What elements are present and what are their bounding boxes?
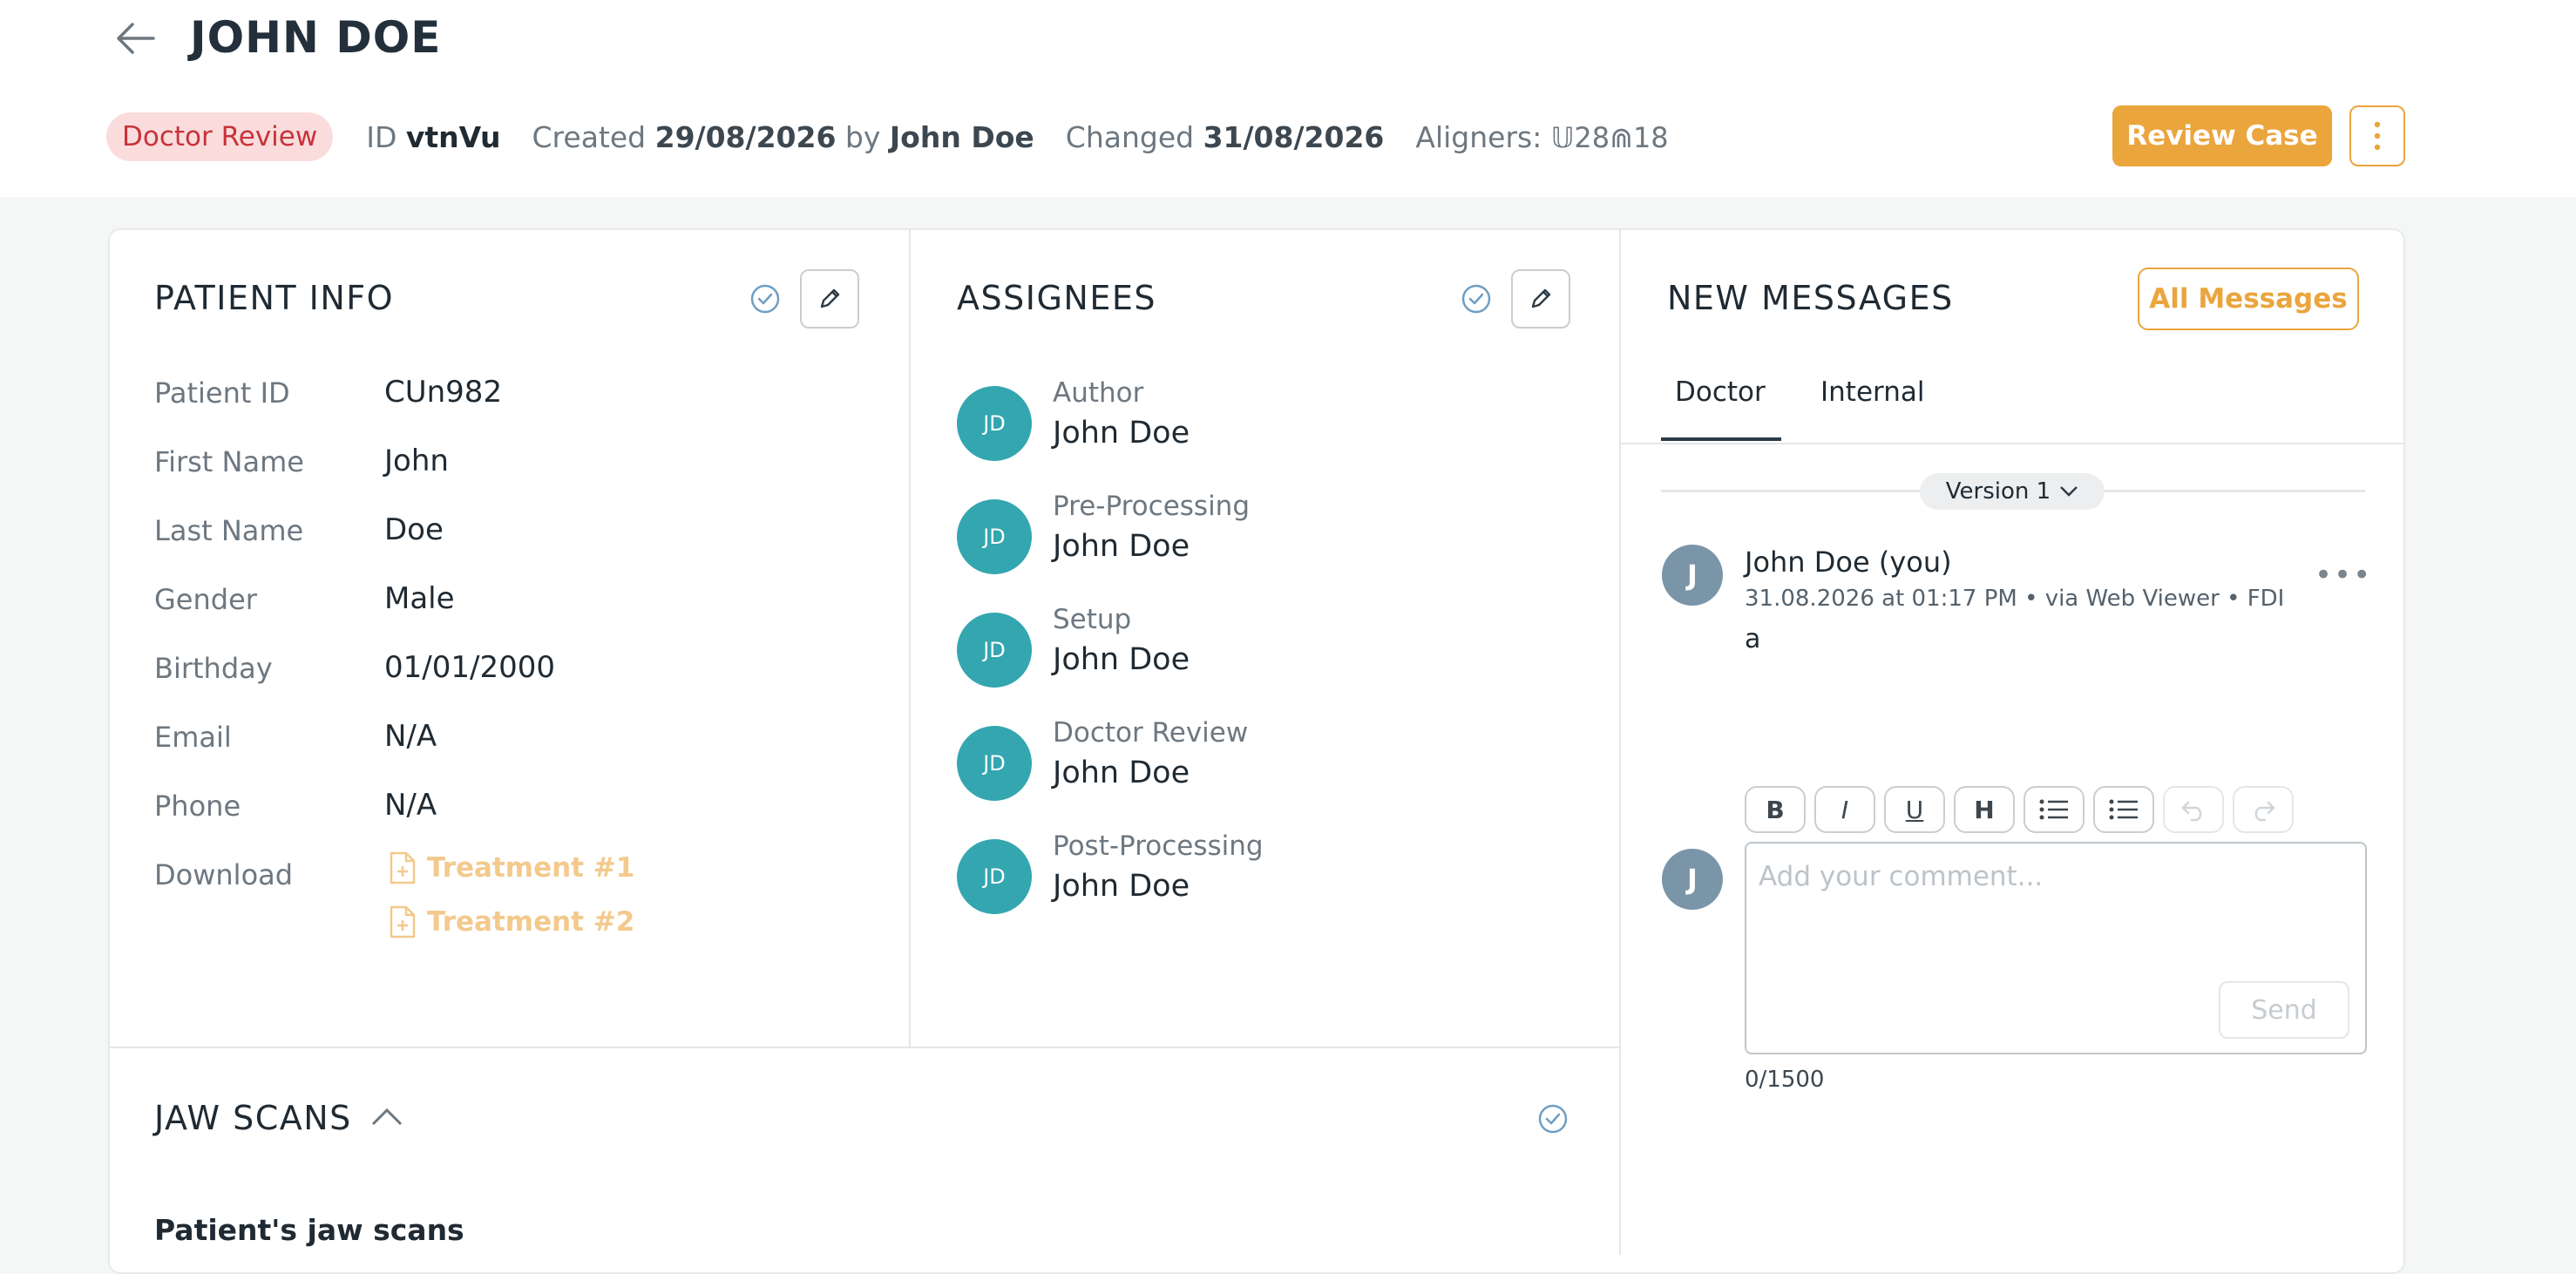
email-label: Email [154, 721, 232, 754]
birthday-label: Birthday [154, 652, 273, 685]
assignee-name: John Doe [1053, 756, 1190, 790]
avatar: JD [957, 499, 1032, 574]
redo-button[interactable] [2233, 786, 2294, 833]
avatar: JD [957, 726, 1032, 801]
edit-assignees-button[interactable] [1511, 269, 1570, 329]
character-count: 0/1500 [1745, 1067, 1825, 1093]
aligners-count: 𝕌28⋒18 [1550, 120, 1669, 154]
send-button[interactable]: Send [2219, 981, 2349, 1039]
first-name-label: First Name [154, 445, 304, 478]
first-name-value: John [384, 444, 449, 478]
jaw-scans-subheading: Patient's jaw scans [154, 1213, 464, 1247]
ordered-list-button[interactable] [2093, 786, 2154, 833]
gender-value: Male [384, 581, 455, 616]
bullet-list-button[interactable] [2024, 786, 2085, 833]
assignee-role: Pre-Processing [1053, 491, 1251, 522]
download-label: Download [154, 858, 294, 891]
changed-info: Changed 31/08/2026 [1065, 119, 1385, 154]
comment-placeholder: Add your comment... [1759, 861, 2044, 892]
version-selector[interactable]: Version 1 [1920, 473, 2105, 510]
check-circle-icon [1461, 283, 1492, 315]
divider [110, 1047, 1619, 1048]
message-author: John Doe (you) [1745, 546, 1952, 579]
assignee-role: Doctor Review [1053, 717, 1249, 749]
heading-button[interactable]: H [1954, 786, 2015, 833]
patient-info-title: PATIENT INFO [154, 279, 395, 317]
tab-internal[interactable]: Internal [1820, 376, 1924, 408]
assignee-role: Author [1053, 377, 1144, 409]
pencil-icon [1531, 288, 1551, 308]
tab-doctor[interactable]: Doctor [1675, 376, 1766, 408]
assignee-role: Setup [1053, 604, 1132, 635]
back-arrow-icon[interactable] [112, 14, 160, 63]
message-options-icon[interactable]: ••• [2315, 558, 2372, 593]
all-messages-button[interactable]: All Messages [2138, 268, 2359, 330]
download-treatment-1-link[interactable]: Treatment #1 [389, 850, 634, 885]
assignee-pre-processing: JD Pre-Processing John Doe [957, 491, 1567, 578]
assignee-name: John Doe [1053, 642, 1190, 677]
ordered-list-icon [2109, 799, 2138, 820]
review-case-button[interactable]: Review Case [2112, 105, 2332, 166]
download-treatment-2-link[interactable]: Treatment #2 [389, 905, 634, 939]
check-circle-icon [749, 283, 781, 315]
avatar: JD [957, 839, 1032, 914]
chevron-down-icon [2060, 486, 2078, 497]
header-bar: JOHN DOE Doctor Review ID vtnVu Created … [0, 0, 2576, 197]
patient-id-label: Patient ID [154, 376, 290, 410]
chevron-up-icon[interactable] [369, 1103, 404, 1129]
case-meta-row: Doctor Review ID vtnVu Created 29/08/202… [106, 110, 1700, 164]
divider [1621, 443, 2403, 444]
message-meta: 31.08.2026 at 01:17 PM • via Web Viewer … [1745, 586, 2285, 612]
file-plus-icon [390, 905, 416, 939]
assignees-title: ASSIGNEES [957, 279, 1156, 317]
assignee-name: John Doe [1053, 529, 1190, 564]
assignee-role: Post-Processing [1053, 830, 1264, 862]
underline-button[interactable]: U [1884, 786, 1945, 833]
divider [909, 230, 911, 1047]
avatar: J [1662, 849, 1723, 910]
last-name-label: Last Name [154, 514, 304, 547]
message-body: a [1745, 624, 1761, 654]
undo-icon [2181, 801, 2202, 822]
avatar: JD [957, 386, 1032, 461]
pencil-icon [820, 288, 840, 308]
divider [1619, 230, 1621, 1255]
edit-patient-info-button[interactable] [800, 269, 859, 329]
assignee-post-processing: JD Post-Processing John Doe [957, 830, 1567, 918]
avatar: J [1662, 545, 1723, 606]
file-plus-icon [390, 851, 416, 884]
patient-id-value: CUn982 [384, 375, 503, 410]
bullet-list-icon [2039, 799, 2068, 820]
italic-button[interactable]: I [1814, 786, 1875, 833]
assignee-name: John Doe [1053, 869, 1190, 904]
assignee-name: John Doe [1053, 416, 1190, 451]
status-badge: Doctor Review [106, 112, 334, 161]
gender-label: Gender [154, 583, 257, 616]
page-title: JOHN DOE [190, 12, 442, 63]
assignee-doctor-review: JD Doctor Review John Doe [957, 717, 1567, 804]
aligners-info: Aligners: 𝕌28⋒18 [1415, 119, 1669, 154]
email-value: N/A [384, 719, 437, 754]
undo-button[interactable] [2163, 786, 2224, 833]
bold-button[interactable]: B [1745, 786, 1806, 833]
birthday-value: 01/01/2000 [384, 650, 555, 685]
new-messages-title: NEW MESSAGES [1667, 279, 1954, 317]
more-options-button[interactable] [2349, 105, 2405, 166]
assignee-author: JD Author John Doe [957, 377, 1567, 464]
created-info: Created 29/08/2026 by John Doe [532, 119, 1034, 154]
redo-icon [2254, 801, 2275, 822]
case-id: ID vtnVu [366, 119, 501, 154]
phone-value: N/A [384, 788, 437, 823]
assignee-setup: JD Setup John Doe [957, 604, 1567, 691]
avatar: JD [957, 613, 1032, 688]
active-tab-indicator [1661, 437, 1781, 441]
kebab-icon [2374, 121, 2381, 151]
check-circle-icon [1537, 1103, 1569, 1135]
jaw-scans-title: JAW SCANS [154, 1099, 352, 1137]
last-name-value: Doe [384, 512, 444, 547]
phone-label: Phone [154, 789, 241, 823]
